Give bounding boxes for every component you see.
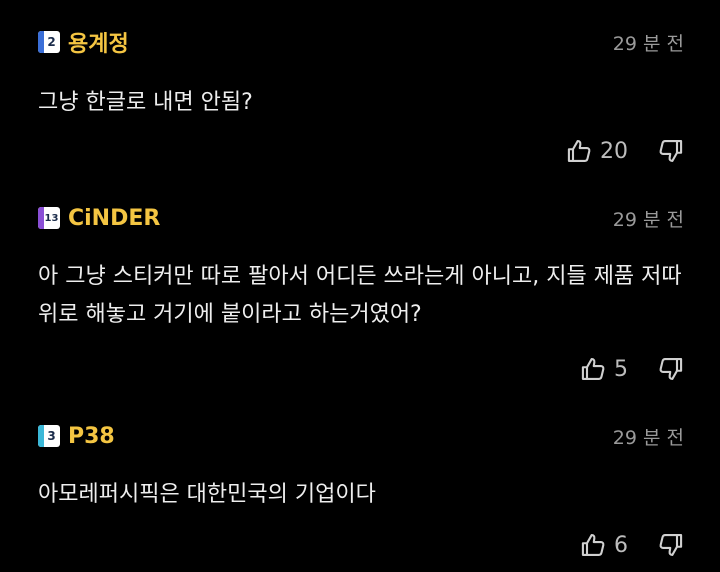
thumbs-down-icon bbox=[656, 355, 684, 383]
level-badge: 3 bbox=[38, 425, 60, 447]
level-number: 3 bbox=[47, 429, 56, 443]
thumbs-up-icon bbox=[580, 355, 608, 383]
comment-text: 그냥 한글로 내면 안됨? bbox=[38, 90, 253, 115]
timestamp: 29 분 전 bbox=[612, 426, 684, 449]
like-count: 5 bbox=[614, 356, 628, 382]
comment-text: 아모레퍼시픽은 대한민국의 기업이다 bbox=[38, 482, 376, 507]
level-badge: 2 bbox=[38, 31, 60, 53]
comment-header: 13 CiNDER 29 분 전 bbox=[38, 204, 684, 232]
thumbs-up-icon bbox=[566, 137, 594, 165]
dislike-button[interactable] bbox=[656, 531, 684, 559]
comment-header: 2 용계정 29 분 전 bbox=[38, 26, 684, 58]
timestamp: 29 분 전 bbox=[612, 32, 684, 55]
level-number: 2 bbox=[47, 35, 56, 49]
thumbs-up-icon bbox=[580, 531, 608, 559]
username[interactable]: 용계정 bbox=[68, 26, 129, 58]
like-button[interactable]: 5 bbox=[580, 355, 628, 383]
username[interactable]: P38 bbox=[68, 424, 115, 449]
comment-header: 3 P38 29 분 전 bbox=[38, 422, 684, 450]
username[interactable]: CiNDER bbox=[68, 206, 160, 231]
dislike-button[interactable] bbox=[656, 355, 684, 383]
dislike-button[interactable] bbox=[656, 137, 684, 165]
thumbs-down-icon bbox=[656, 531, 684, 559]
like-count: 6 bbox=[614, 532, 628, 558]
level-number: 13 bbox=[44, 212, 59, 224]
comment-text: 아 그냥 스티커만 따로 팔아서 어디든 쓰라는게 아니고, 지들 제품 저따위… bbox=[38, 264, 682, 327]
comment-actions: 6 bbox=[580, 528, 684, 562]
like-button[interactable]: 6 bbox=[580, 531, 628, 559]
timestamp: 29 분 전 bbox=[612, 208, 684, 231]
level-badge: 13 bbox=[38, 207, 60, 229]
thumbs-down-icon bbox=[656, 137, 684, 165]
comment-actions: 5 bbox=[580, 352, 684, 386]
like-button[interactable]: 20 bbox=[566, 137, 628, 165]
comment-actions: 20 bbox=[566, 134, 684, 168]
like-count: 20 bbox=[600, 138, 628, 164]
